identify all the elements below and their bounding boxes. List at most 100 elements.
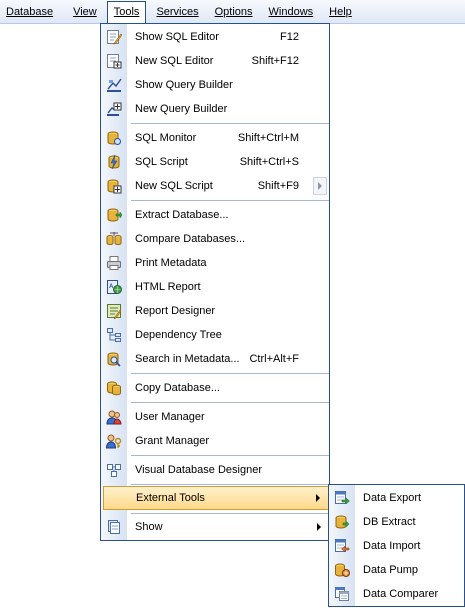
menu-separator [131, 513, 329, 514]
menu-item-new-sql-editor[interactable]: New SQL Editor Shift+F12 [101, 49, 329, 73]
menu-separator [131, 200, 329, 201]
menu-item-report-designer[interactable]: Report Designer [101, 299, 329, 323]
menu-help-label: Help [329, 5, 352, 18]
sql-monitor-icon [107, 131, 121, 145]
chevron-right-icon [316, 494, 320, 502]
menu-item-copy-database[interactable]: Copy Database... [101, 376, 329, 400]
menu-item-shortcut: F12 [280, 31, 299, 43]
menu-item-user-manager[interactable]: User Manager [101, 405, 329, 429]
copy-database-icon [107, 381, 121, 396]
menu-bar: Database View Tools Services Options Win… [0, 0, 465, 24]
search-metadata-icon [107, 352, 121, 367]
user-manager-icon [106, 410, 122, 425]
data-export-icon [335, 491, 350, 505]
submenu-item-label: DB Extract [363, 516, 416, 528]
menu-item-shortcut: Ctrl+Alt+F [249, 353, 299, 365]
menu-item-show[interactable]: Show [101, 515, 329, 539]
menu-item-label: Show [135, 521, 163, 533]
menu-tools[interactable]: Tools [106, 0, 147, 24]
menu-item-label: New SQL Editor [135, 55, 214, 67]
menu-item-new-sql-script[interactable]: New SQL Script Shift+F9 [101, 174, 329, 198]
printer-icon [107, 256, 121, 270]
submenu-item-db-extract[interactable]: DB Extract [329, 510, 464, 534]
menu-item-label: Report Designer [135, 305, 216, 317]
menu-item-shortcut: Shift+Ctrl+M [237, 132, 299, 144]
html-report-icon: A [107, 280, 122, 294]
dependency-tree-icon [107, 328, 121, 342]
menu-item-label: External Tools [136, 492, 205, 504]
menu-services-label: Services [156, 5, 199, 18]
submenu-item-data-export[interactable]: Data Export [329, 486, 464, 510]
menu-tools-label: Tools [113, 5, 140, 18]
menu-windows[interactable]: Windows [263, 1, 320, 23]
menu-item-label: Print Metadata [135, 257, 207, 269]
menu-options[interactable]: Options [209, 1, 259, 23]
grant-manager-icon [106, 434, 122, 449]
menu-item-external-tools[interactable]: External Tools [103, 486, 329, 510]
visual-designer-icon [107, 464, 121, 477]
menu-item-label: New Query Builder [135, 103, 228, 115]
menu-item-label: Grant Manager [135, 435, 209, 447]
menu-item-sql-script[interactable]: SQL Script Shift+Ctrl+S [101, 150, 329, 174]
tools-dropdown: Show SQL Editor F12 New SQL Editor Shift… [100, 23, 330, 541]
compare-databases-icon [106, 232, 122, 246]
submenu-item-data-comparer[interactable]: Data Comparer [329, 582, 464, 606]
menu-windows-label: Windows [268, 5, 314, 18]
report-designer-icon [107, 304, 122, 319]
menu-item-dependency-tree[interactable]: Dependency Tree [101, 323, 329, 347]
menu-item-label: Search in Metadata... [135, 353, 240, 365]
menu-item-sql-monitor[interactable]: SQL Monitor Shift+Ctrl+M [101, 126, 329, 150]
menu-item-show-query-builder[interactable]: Show Query Builder [101, 73, 329, 97]
external-tools-submenu: Data Export DB Extract Data Import Data … [328, 484, 465, 607]
data-pump-icon [335, 563, 350, 577]
submenu-item-data-pump[interactable]: Data Pump [329, 558, 464, 582]
menu-item-visual-database-designer[interactable]: Visual Database Designer [101, 458, 329, 482]
extract-database-icon [107, 208, 122, 222]
menu-services[interactable]: Services [150, 1, 204, 23]
data-comparer-icon [335, 587, 349, 601]
menu-item-extract-database[interactable]: Extract Database... [101, 203, 329, 227]
menu-item-label: Show Query Builder [135, 79, 233, 91]
sql-script-icon [108, 154, 120, 170]
menu-separator [131, 484, 329, 485]
menu-item-label: Visual Database Designer [135, 464, 262, 476]
menu-item-label: SQL Script [135, 156, 188, 168]
new-query-builder-icon [107, 102, 122, 116]
menu-item-label: SQL Monitor [135, 132, 197, 144]
submenu-item-data-import[interactable]: Data Import [329, 534, 464, 558]
menu-separator [131, 373, 329, 374]
menu-separator [131, 402, 329, 403]
menu-database[interactable]: Database [2, 1, 59, 23]
menu-separator [131, 455, 329, 456]
submenu-item-label: Data Import [363, 540, 421, 552]
menu-item-show-sql-editor[interactable]: Show SQL Editor F12 [101, 25, 329, 49]
menu-item-print-metadata[interactable]: Print Metadata [101, 251, 329, 275]
menu-item-shortcut: Shift+Ctrl+S [239, 156, 299, 168]
data-import-icon [335, 539, 350, 553]
query-builder-icon [107, 78, 122, 92]
chevron-right-icon [318, 182, 322, 190]
menu-item-search-in-metadata[interactable]: Search in Metadata... Ctrl+Alt+F [101, 347, 329, 371]
menu-item-compare-databases[interactable]: Compare Databases... [101, 227, 329, 251]
new-sql-editor-icon [107, 54, 122, 69]
submenu-item-label: Data Comparer [363, 588, 439, 600]
sql-editor-icon [107, 30, 122, 45]
db-extract-icon [335, 515, 350, 529]
menu-item-new-query-builder[interactable]: New Query Builder [101, 97, 329, 121]
menu-options-label: Options [214, 5, 253, 18]
new-sql-script-icon [107, 179, 122, 194]
menu-item-label: Extract Database... [135, 209, 229, 221]
submenu-item-label: Data Pump [363, 564, 419, 576]
menu-view[interactable]: View [67, 1, 103, 23]
menu-separator [131, 123, 329, 124]
show-icon [108, 520, 120, 534]
menu-item-grant-manager[interactable]: Grant Manager [101, 429, 329, 453]
menu-item-label: Show SQL Editor [135, 31, 219, 43]
menu-item-label: Copy Database... [135, 382, 220, 394]
menu-item-shortcut: Shift+F9 [257, 180, 299, 192]
chevron-right-icon [317, 523, 321, 531]
menu-help[interactable]: Help [323, 1, 358, 23]
menu-item-label: Dependency Tree [135, 329, 222, 341]
submenu-split-button[interactable] [313, 177, 327, 195]
menu-item-html-report[interactable]: A HTML Report [101, 275, 329, 299]
